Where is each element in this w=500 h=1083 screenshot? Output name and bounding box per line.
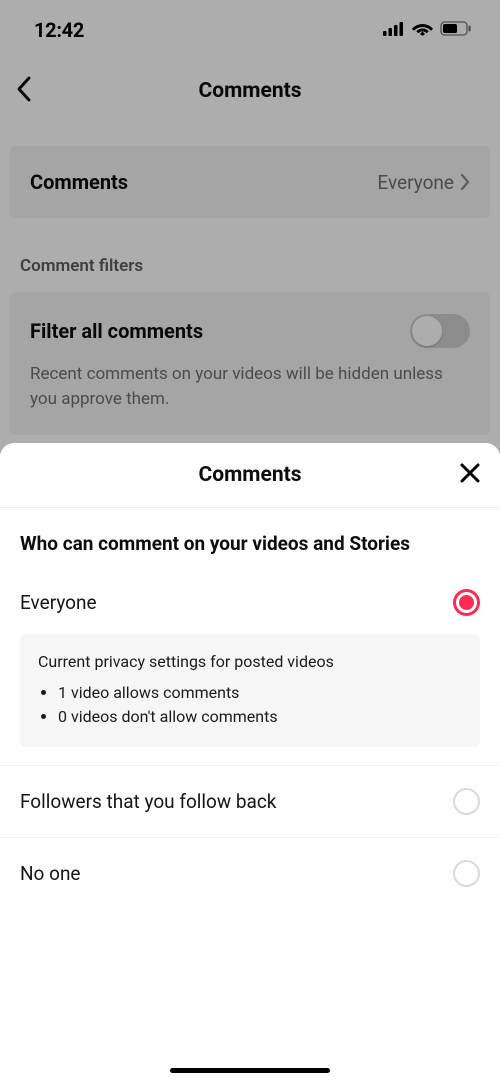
sheet-title: Comments (199, 463, 302, 487)
info-title: Current privacy settings for posted vide… (38, 652, 462, 671)
sheet-header: Comments (0, 443, 500, 508)
radio-unselected-icon (453, 788, 480, 815)
option-label: Followers that you follow back (20, 790, 276, 813)
home-indicator[interactable] (170, 1068, 330, 1073)
option-no-one[interactable]: No one (0, 838, 500, 909)
comments-options-sheet: Comments Who can comment on your videos … (0, 443, 500, 1083)
option-followers-back[interactable]: Followers that you follow back (0, 766, 500, 838)
option-everyone[interactable]: Everyone (0, 567, 500, 626)
radio-unselected-icon (453, 860, 480, 887)
privacy-info-box: Current privacy settings for posted vide… (20, 634, 480, 747)
info-line: 0 videos don't allow comments (58, 705, 462, 729)
option-label: Everyone (20, 591, 97, 614)
radio-selected-icon (453, 589, 480, 616)
close-icon (458, 461, 482, 485)
option-label: No one (20, 862, 81, 885)
info-line: 1 video allows comments (58, 681, 462, 705)
close-button[interactable] (458, 461, 482, 489)
sheet-question: Who can comment on your videos and Stori… (0, 508, 500, 567)
